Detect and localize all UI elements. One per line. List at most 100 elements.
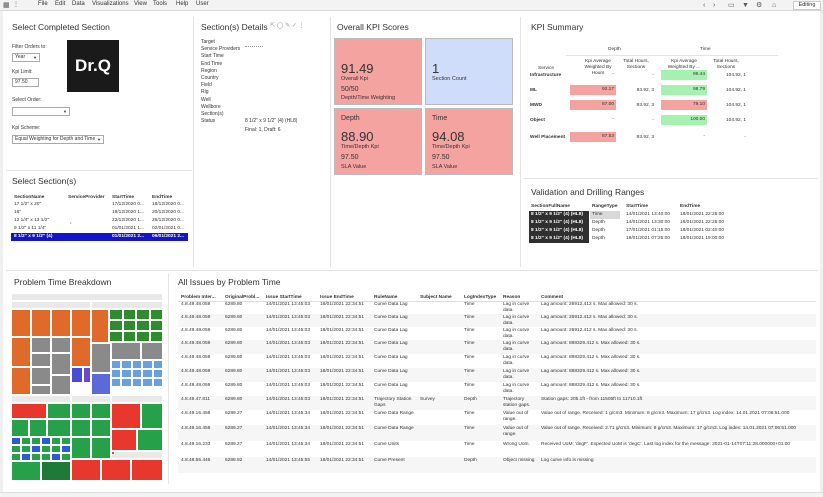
treemap-cell[interactable] (51, 437, 61, 445)
treemap-cell[interactable] (47, 403, 71, 419)
treemap-cell[interactable] (21, 437, 31, 445)
treemap-cell[interactable] (109, 309, 123, 320)
treemap-cell[interactable] (91, 403, 111, 419)
treemap-cell[interactable] (31, 385, 51, 395)
treemap-cell[interactable] (71, 403, 91, 419)
issues-header[interactable]: OriginalProbl... (225, 295, 259, 300)
treemap-cell[interactable] (136, 309, 150, 320)
treemap-cell[interactable] (131, 369, 143, 378)
treemap-cell[interactable] (109, 331, 123, 342)
treemap-cell[interactable] (51, 375, 71, 395)
treemap-cell[interactable] (91, 373, 111, 395)
treemap-cell[interactable] (111, 378, 122, 387)
treemap-cell[interactable] (31, 437, 41, 445)
treemap-cell[interactable] (31, 367, 51, 385)
depth-kpi-card[interactable]: Depth 88.90 Time/Depth Kpi 97.50 SLA Val… (334, 108, 422, 175)
treemap-cell[interactable] (122, 331, 136, 342)
treemap-cell[interactable] (136, 331, 150, 342)
treemap-cell[interactable] (71, 459, 101, 481)
treemap-cell[interactable] (121, 378, 132, 387)
treemap-cell[interactable] (142, 360, 153, 369)
treemap-cell[interactable] (11, 445, 21, 453)
issue-cell[interactable]: 4.8.49.48.059 (181, 355, 223, 361)
treemap-cell[interactable] (31, 445, 41, 453)
time-kpi-card[interactable]: Time 94.08 Time/Depth Kpi 97.50 SLA Valu… (425, 108, 513, 175)
kpi-service-cell[interactable]: ML (530, 88, 537, 93)
treemap-cell[interactable] (21, 445, 31, 453)
menu-help[interactable]: Help (176, 1, 188, 7)
treemap-cell[interactable] (141, 342, 163, 360)
treemap-cell[interactable] (71, 337, 91, 367)
filter-orders-select[interactable]: Year ▼ (12, 53, 40, 62)
treemap-cell[interactable] (21, 453, 31, 461)
filter-icon[interactable]: ▼ (742, 1, 749, 10)
treemap-cell[interactable] (11, 437, 21, 445)
treemap-cell[interactable] (121, 360, 132, 369)
editing-button[interactable]: Editing (793, 1, 821, 10)
issue-cell[interactable]: 4.8.48.55.446 (181, 458, 223, 464)
treemap-cell[interactable] (51, 337, 71, 353)
treemap-cell[interactable] (111, 429, 137, 451)
treemap-cell[interactable] (11, 453, 21, 461)
overall-kpi-card[interactable]: 91.49 Overall Kpi 50/50 Depth/Time Weigh… (334, 38, 422, 105)
treemap-cell[interactable] (83, 367, 91, 383)
treemap-cell[interactable] (71, 367, 83, 383)
issue-cell[interactable]: 4.8.49.48.059 (181, 315, 223, 321)
sections-header[interactable]: StartTime (112, 195, 134, 200)
kpi-scheme-select[interactable]: Equal Weighting for Depth and Time ▼ (12, 135, 104, 144)
kpi-service-cell[interactable]: Object (530, 118, 545, 123)
treemap-cell[interactable] (91, 343, 111, 373)
treemap-cell[interactable] (121, 369, 132, 378)
menu-edit[interactable]: Edit (55, 1, 65, 7)
treemap-cell[interactable] (11, 419, 29, 437)
treemap-cell[interactable] (61, 445, 71, 453)
validation-section-cell[interactable]: 8 1/2" x 9 1/2" (4) (HL8) (529, 227, 589, 235)
treemap-cell[interactable] (137, 429, 163, 451)
section-count-card[interactable]: 1 Section Count (425, 38, 513, 105)
validation-section-cell[interactable]: 8 1/2" x 9 1/2" (4) (HL8) (529, 219, 589, 227)
treemap-cell[interactable] (61, 453, 71, 461)
details-toolbar-icons[interactable]: ⇱ ◯ ✎ ✓ ⋮ (270, 22, 304, 31)
validation-header[interactable]: SectionFullName (531, 204, 570, 209)
menu-view[interactable]: View (134, 1, 147, 7)
treemap-cell[interactable] (91, 309, 109, 343)
kpi-service-cell[interactable]: Infrastructure (530, 73, 561, 78)
treemap-cell[interactable] (111, 360, 122, 369)
issues-header[interactable]: Issue EndTime (320, 295, 354, 300)
treemap-cell[interactable] (149, 309, 163, 320)
treemap-cell[interactable] (111, 369, 122, 378)
issue-cell[interactable]: 4.8.49.16.233 (181, 442, 223, 448)
treemap-cell[interactable] (61, 437, 71, 445)
treemap-cell[interactable] (71, 437, 91, 459)
problem-treemap[interactable] (11, 293, 163, 481)
kpi-service-cell[interactable]: Well Placement (530, 135, 565, 140)
treemap-cell[interactable] (31, 309, 51, 337)
treemap-cell[interactable] (31, 353, 51, 367)
treemap-cell[interactable] (71, 419, 91, 437)
treemap-cell[interactable] (31, 453, 41, 461)
menu-user[interactable]: User (196, 1, 209, 7)
treemap-cell[interactable] (101, 459, 131, 481)
treemap-cell[interactable] (51, 445, 61, 453)
treemap-cell[interactable] (41, 453, 51, 461)
treemap-cell[interactable] (131, 459, 163, 481)
menu-file[interactable]: File (38, 1, 48, 7)
sections-header[interactable]: EndTime (152, 195, 172, 200)
treemap-cell[interactable] (149, 331, 163, 342)
treemap-cell[interactable] (91, 419, 111, 437)
treemap-cell[interactable] (41, 461, 71, 481)
treemap-cell[interactable] (122, 320, 136, 331)
issues-header[interactable]: Reason (503, 295, 520, 300)
treemap-cell[interactable] (41, 445, 51, 453)
select-order-dropdown[interactable]: ▼ (12, 107, 70, 116)
treemap-cell[interactable] (109, 320, 123, 331)
treemap-cell[interactable] (149, 320, 163, 331)
treemap-cell[interactable] (111, 451, 115, 455)
menu-visualizations[interactable]: Visualizations (92, 1, 129, 7)
issue-cell[interactable]: 4.8.49.48.059 (181, 369, 223, 375)
kpi-service-cell[interactable]: MWD (530, 103, 542, 108)
validation-header[interactable]: EndTime (680, 204, 700, 209)
treemap-cell[interactable] (136, 320, 150, 331)
treemap-cell[interactable] (11, 367, 31, 395)
issue-cell[interactable]: 4.8.49.16.458 (181, 411, 223, 417)
